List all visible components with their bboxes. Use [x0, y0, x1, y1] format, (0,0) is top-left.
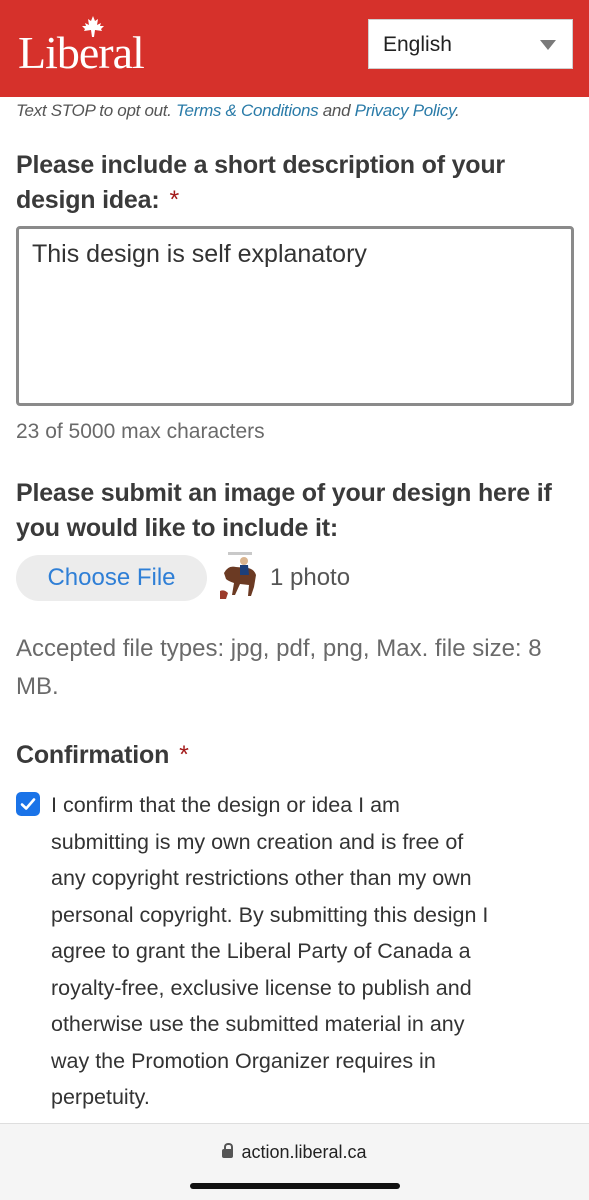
upload-label-line2: you would like to include it: [16, 514, 338, 542]
required-asterisk: * [169, 186, 179, 214]
url-text: action.liberal.ca [241, 1142, 367, 1162]
confirmation-line: submitting is my own creation and is fre… [51, 829, 464, 854]
language-select[interactable]: English [368, 19, 573, 69]
character-counter: 23 of 5000 max characters [16, 420, 265, 443]
confirmation-label: Confirmation * [16, 741, 189, 769]
choose-file-label: Choose File [47, 564, 176, 591]
description-label-line2: design idea: * [16, 186, 179, 214]
site-header: Liberal English [0, 0, 589, 97]
confirmation-line: agree to grant the Liberal Party of Cana… [51, 939, 471, 963]
choose-file-button[interactable]: Choose File [16, 555, 207, 601]
accepted-line1: Accepted file types: jpg, pdf, png, Max.… [16, 635, 542, 662]
opt-out-suffix: . [455, 101, 460, 120]
chevron-down-icon [540, 40, 556, 50]
description-textarea[interactable]: This design is self explanatory [16, 226, 574, 406]
browser-address-bar[interactable]: action.liberal.ca [0, 1123, 589, 1200]
accepted-file-types: Accepted file types: jpg, pdf, png, Max.… [16, 630, 576, 706]
terms-link[interactable]: Terms & Conditions [176, 101, 319, 120]
checkmark-icon [20, 798, 36, 810]
description-label-line1: Please include a short description of yo… [16, 151, 505, 179]
confirmation-checkbox[interactable] [16, 792, 40, 816]
description-label: Please include a short description of yo… [16, 148, 505, 218]
lock-icon [222, 1143, 234, 1158]
home-indicator[interactable] [190, 1183, 400, 1189]
upload-label: Please submit an image of your design he… [16, 476, 552, 546]
confirmation-line: royalty-free, exclusive license to publi… [51, 975, 472, 1000]
privacy-link[interactable]: Privacy Policy [355, 101, 456, 120]
maple-leaf-icon [82, 16, 104, 37]
confirmation-line: otherwise use the submitted material in … [51, 1012, 465, 1036]
opt-out-notice: Text STOP to opt out. Terms & Conditions… [16, 101, 460, 121]
required-asterisk: * [179, 741, 189, 769]
upload-label-line1: Please submit an image of your design he… [16, 479, 552, 507]
accepted-line2: MB. [16, 673, 59, 700]
opt-out-prefix: Text STOP to opt out. [16, 101, 177, 120]
url-display[interactable]: action.liberal.ca [0, 1142, 589, 1163]
confirmation-line: personal copyright. By submitting this d… [51, 902, 489, 927]
confirmation-line: perpetuity. [51, 1085, 150, 1109]
liberal-logo[interactable]: Liberal [18, 16, 168, 78]
uploaded-photo-thumbnail[interactable] [218, 551, 262, 601]
description-textarea-value: This design is self explanatory [32, 240, 367, 268]
language-select-value: English [383, 33, 452, 56]
opt-out-middle: and [318, 101, 355, 120]
file-status: 1 photo [270, 564, 351, 591]
confirmation-line: way the Promotion Organizer requires in [51, 1048, 436, 1073]
confirmation-line: I confirm that the design or idea I am [51, 793, 400, 817]
confirmation-line: any copyright restrictions other than my… [51, 866, 472, 890]
confirmation-text: I confirm that the design or idea I am s… [51, 787, 571, 1116]
